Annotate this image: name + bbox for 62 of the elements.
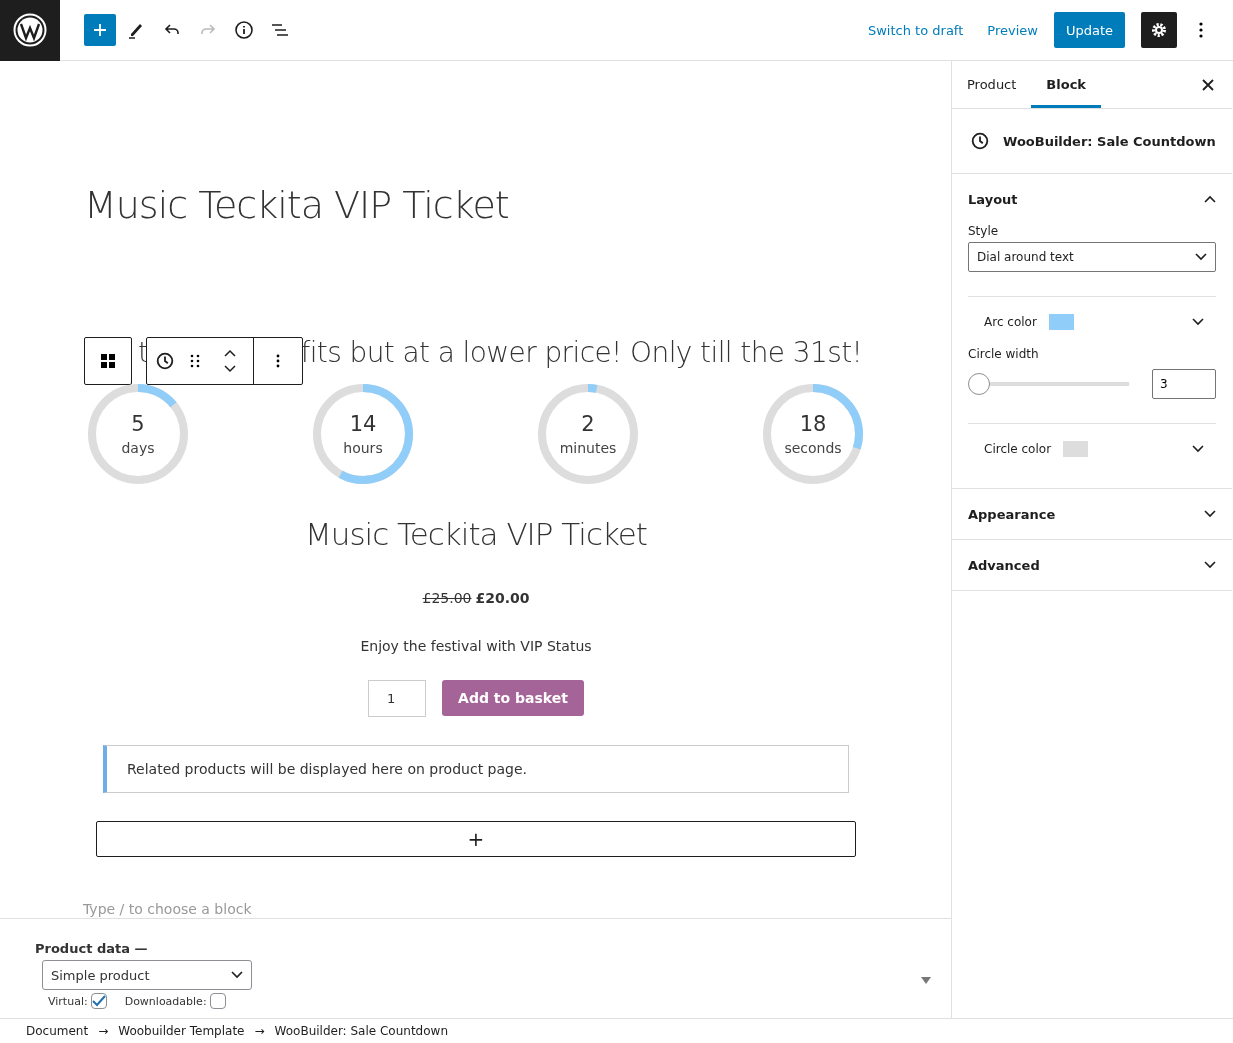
switch-to-draft-link[interactable]: Switch to draft bbox=[860, 16, 972, 44]
panel-toggle[interactable]: Advanced bbox=[968, 540, 1216, 590]
plus-icon bbox=[92, 22, 108, 38]
option-label: Virtual: bbox=[48, 994, 88, 1008]
breadcrumb-item[interactable]: Document bbox=[26, 1024, 89, 1038]
breadcrumb-separator: → bbox=[98, 1024, 109, 1038]
checkbox[interactable] bbox=[209, 993, 226, 1009]
quantity-field[interactable]: 1 bbox=[368, 680, 427, 717]
chevron-icon bbox=[231, 971, 243, 979]
circle-width-label: Circle width bbox=[968, 347, 1040, 361]
add-to-basket-button[interactable]: Add to basket bbox=[442, 680, 584, 716]
sidebar-tab[interactable]: Product bbox=[952, 61, 1032, 108]
block-name: WooBuilder: Sale Countdown bbox=[1003, 133, 1216, 149]
gear-icon bbox=[1150, 21, 1168, 39]
chevron-down-icon bbox=[1204, 510, 1216, 518]
countdown-unit: minutes bbox=[559, 440, 617, 456]
product-description: Enjoy the festival with VIP Status bbox=[360, 638, 592, 654]
countdown-value: 18 bbox=[799, 412, 827, 436]
breadcrumb-item[interactable]: Woobuilder Template bbox=[118, 1024, 245, 1038]
select-parent-button[interactable] bbox=[84, 337, 132, 385]
grid-icon bbox=[101, 354, 115, 368]
settings-button[interactable] bbox=[1141, 12, 1177, 48]
slider-thumb[interactable] bbox=[968, 373, 990, 395]
clock-icon bbox=[971, 132, 989, 150]
chevron-down-icon bbox=[1192, 445, 1204, 453]
chevron-up-icon bbox=[1204, 195, 1216, 203]
product-type-select[interactable]: Simple product bbox=[42, 960, 252, 990]
panel-toggle[interactable]: Layout bbox=[968, 174, 1216, 224]
option-label: Downloadable: bbox=[124, 994, 207, 1008]
block-appender-button[interactable]: + bbox=[96, 821, 856, 857]
chevron-down-icon bbox=[1192, 318, 1204, 326]
breadcrumb-item[interactable]: WooBuilder: Sale Countdown bbox=[274, 1024, 448, 1038]
preview-link[interactable]: Preview bbox=[979, 16, 1046, 44]
sale-price: £20.00 bbox=[475, 590, 530, 606]
checkbox[interactable] bbox=[90, 993, 107, 1009]
countdown-value: 14 bbox=[349, 412, 377, 436]
chevron-down-icon bbox=[1195, 253, 1207, 261]
countdown-unit: days bbox=[121, 440, 155, 456]
add-block-button[interactable] bbox=[84, 14, 116, 46]
clock-icon bbox=[156, 352, 174, 370]
chevron-down-icon bbox=[1204, 561, 1216, 569]
update-button[interactable]: Update bbox=[1053, 12, 1125, 48]
breadcrumb-separator: → bbox=[254, 1024, 265, 1038]
countdown-value: 2 bbox=[581, 412, 595, 436]
post-title[interactable]: Music Teckita VIP Ticket bbox=[84, 183, 951, 233]
product-title: Music Teckita VIP Ticket bbox=[305, 516, 647, 552]
circle-color-toggle[interactable]: Circle color bbox=[968, 424, 1216, 474]
old-price: £25.00 bbox=[422, 590, 472, 606]
related-products-notice: Related products will be displayed here on product page. bbox=[103, 745, 849, 793]
circle-width-field[interactable]: 3 bbox=[1152, 369, 1216, 399]
countdown-value: 5 bbox=[131, 412, 145, 436]
collapse-triangle-icon[interactable] bbox=[921, 977, 931, 984]
arc-color-toggle[interactable]: Arc color bbox=[968, 297, 1216, 347]
sidebar-tab[interactable]: Block bbox=[1031, 61, 1101, 108]
countdown-unit: hours bbox=[343, 440, 383, 456]
countdown-unit: seconds bbox=[784, 440, 842, 456]
wordpress-logo[interactable] bbox=[0, 0, 60, 61]
style-label: Style bbox=[968, 224, 1000, 238]
style-select[interactable]: Dial around text bbox=[968, 242, 1216, 272]
panel-toggle[interactable]: Appearance bbox=[968, 489, 1216, 539]
product-data-label: Product data — bbox=[35, 941, 149, 956]
countdown-heading: fits but at a lower price! Only till the 31st! bbox=[300, 336, 863, 370]
